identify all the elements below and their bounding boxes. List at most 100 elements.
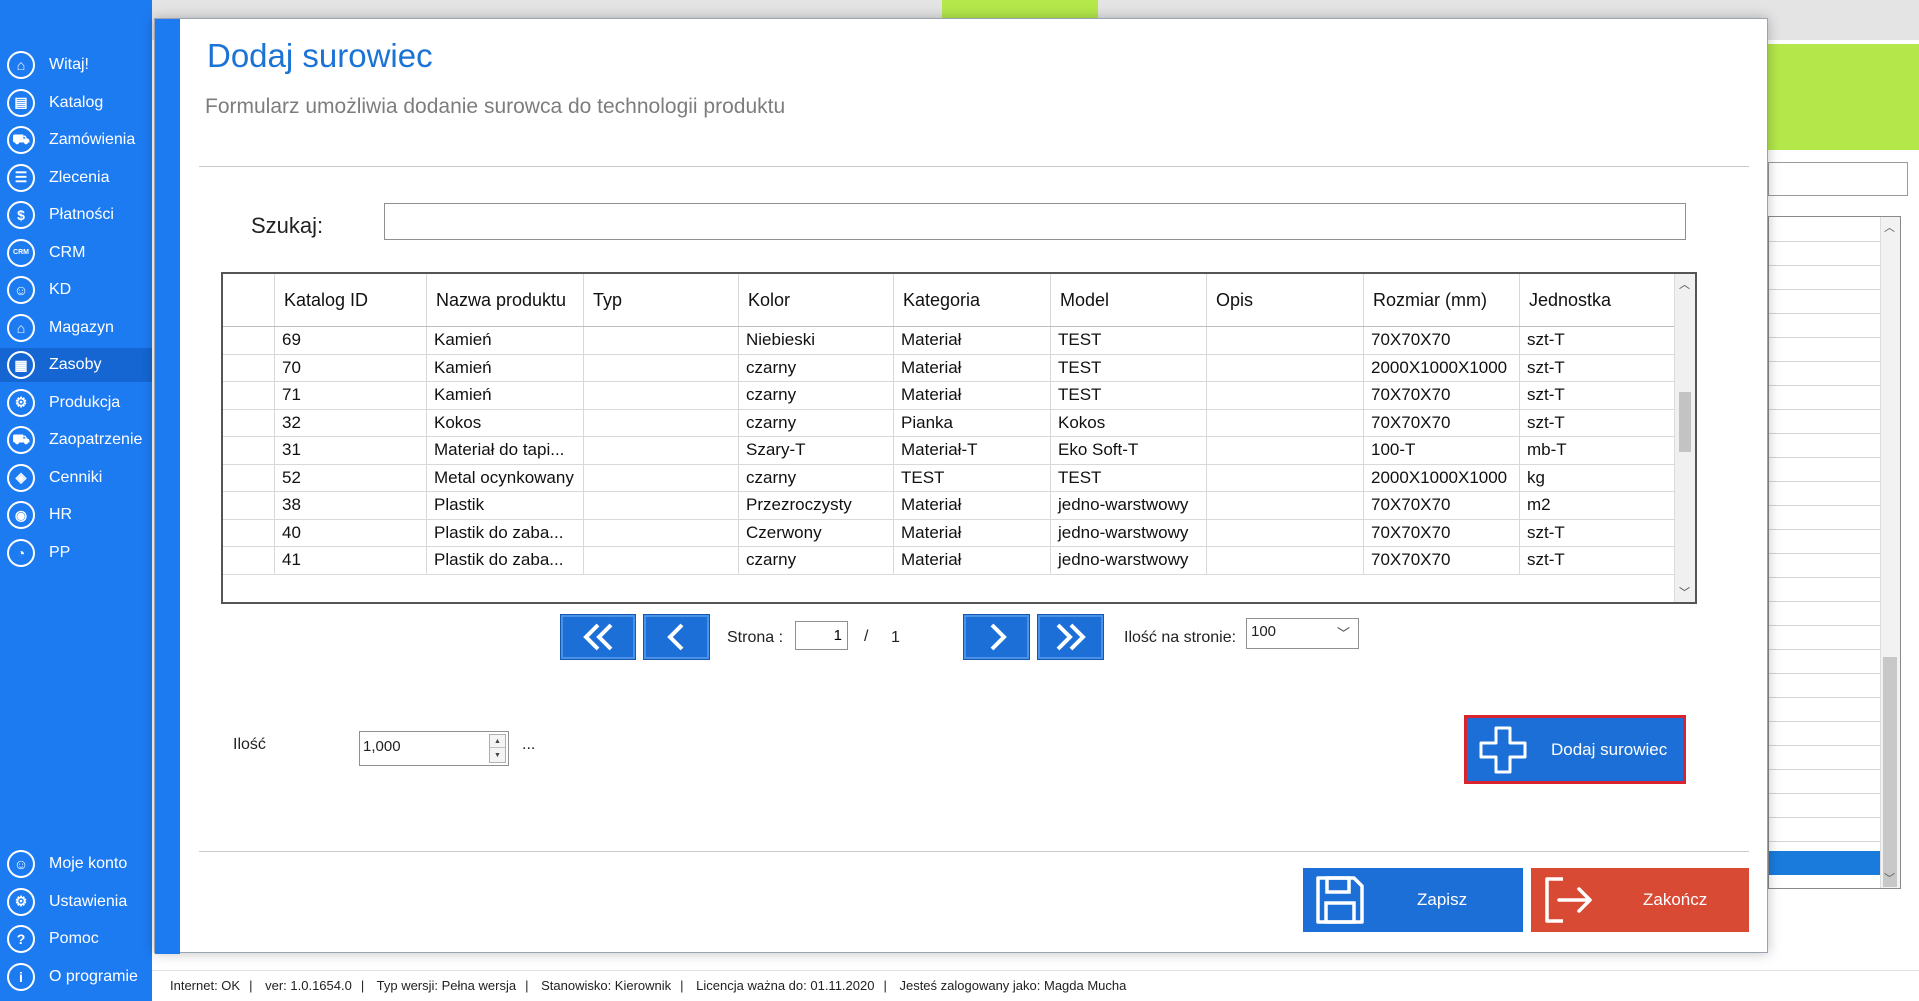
sidebar-item-pomoc[interactable]: ? Pomoc: [0, 922, 152, 956]
table-cell: [1207, 382, 1364, 409]
table-cell: czarny: [739, 464, 894, 491]
close-button[interactable]: Zakończ: [1531, 868, 1749, 932]
table-cell: [1207, 464, 1364, 491]
column-header[interactable]: Rozmiar (mm): [1364, 274, 1520, 326]
table-cell: [584, 409, 739, 436]
table-cell: 70X70X70: [1364, 492, 1520, 519]
table-cell: 71: [275, 382, 427, 409]
table-row[interactable]: 52 Metal ocynkowany czarny TEST TEST 2000X100…: [223, 464, 1676, 492]
table-cell: czarny: [739, 382, 894, 409]
search-label: Szukaj:: [251, 213, 324, 238]
quantity-more-button[interactable]: ...: [522, 736, 535, 754]
table-cell: TEST: [1051, 382, 1207, 409]
sidebar-item-zaopatrzenie[interactable]: ⛟ Zaopatrzenie: [0, 423, 152, 457]
table-row[interactable]: 71 Kamień czarny Materiał TEST 70X70X70 szt-T: [223, 382, 1676, 410]
sidebar-item-magazyn[interactable]: ⌂ Magazyn: [0, 311, 152, 345]
column-header[interactable]: Nazwa produktu: [427, 274, 584, 326]
quantity-stepper[interactable]: 1,000 ▲ ▼: [359, 731, 509, 766]
save-icon: [1313, 873, 1367, 927]
table-row[interactable]: 70 Kamień czarny Materiał TEST 2000X1000X1000…: [223, 354, 1676, 382]
sidebar-item-pp[interactable]: ◔ PP: [0, 536, 152, 570]
column-header[interactable]: Opis: [1207, 274, 1364, 326]
table-row[interactable]: 31 Materiał do tapi... Szary-T Materiał-T Ek…: [223, 437, 1676, 465]
sidebar-item-crm[interactable]: CRM CRM: [0, 236, 152, 270]
table-cell: [1207, 409, 1364, 436]
column-header[interactable]: Model: [1051, 274, 1207, 326]
add-material-dialog: Dodaj surowiec Formularz umożliwia dodan…: [154, 18, 1768, 954]
column-header[interactable]: Katalog ID: [275, 274, 427, 326]
sidebar-item-produkcja[interactable]: ⚙ Produkcja: [0, 386, 152, 420]
status-user: Jesteś zalogowany jako: Magda Mucha: [899, 978, 1127, 993]
sidebar-item-label: PP: [49, 543, 71, 561]
table-scrollbar[interactable]: ︿ ﹀: [1674, 274, 1695, 602]
save-button[interactable]: Zapisz: [1303, 868, 1523, 932]
background-grid-line: [1769, 457, 1882, 458]
add-material-button[interactable]: Dodaj surowiec: [1464, 715, 1686, 784]
table-scroll-thumb[interactable]: [1679, 392, 1691, 452]
table-cell: Materiał: [894, 492, 1051, 519]
scroll-up-icon[interactable]: ︿: [1679, 276, 1690, 292]
table-cell: 40: [275, 519, 427, 546]
sidebar-item-hr[interactable]: ◉ HR: [0, 498, 152, 532]
sidebar-item-katalog[interactable]: ▤ Katalog: [0, 86, 152, 120]
sidebar-item-o-programie[interactable]: i O programie: [0, 960, 152, 994]
table-cell: [223, 327, 275, 354]
sidebar-item-label: Witaj!: [49, 56, 89, 73]
background-grid-line: [1769, 409, 1882, 410]
column-header[interactable]: Kolor: [739, 274, 894, 326]
table-cell: 70X70X70: [1364, 327, 1520, 354]
background-grid-line: [1769, 505, 1882, 506]
page-total: 1: [891, 629, 900, 646]
background-grid-line: [1769, 625, 1882, 626]
table-cell: Materiał: [894, 519, 1051, 546]
spin-down-icon[interactable]: ▼: [490, 749, 505, 762]
table-row[interactable]: 40 Plastik do zaba... Czerwony Materiał jedn…: [223, 519, 1676, 547]
sidebar-item-moje-konto[interactable]: ☺ Moje konto: [0, 847, 152, 881]
table-cell: 70: [275, 354, 427, 381]
search-input[interactable]: [384, 203, 1686, 240]
background-grid-line: [1769, 649, 1882, 650]
column-header[interactable]: Kategoria: [894, 274, 1051, 326]
home-icon: ⌂: [7, 51, 35, 79]
dialog-accent-strip: [155, 19, 180, 954]
sidebar-item-label: Magazyn: [49, 318, 114, 336]
exit-icon: [1541, 873, 1595, 927]
column-header[interactable]: [223, 274, 275, 326]
per-page-select[interactable]: 100 ﹀: [1246, 618, 1359, 649]
close-label: Zakończ: [1643, 890, 1708, 909]
sidebar-item-ustawienia[interactable]: ⚙ Ustawienia: [0, 885, 152, 919]
column-header[interactable]: Jednostka: [1520, 274, 1676, 326]
first-page-button[interactable]: [560, 614, 636, 660]
sidebar-item-label: Płatności: [49, 206, 114, 223]
quantity-spinner[interactable]: ▲ ▼: [489, 734, 506, 763]
background-grid-line: [1769, 673, 1882, 674]
sidebar-item-zamówienia[interactable]: ⛟ Zamówienia: [0, 123, 152, 157]
column-header[interactable]: Typ: [584, 274, 739, 326]
table-row[interactable]: 41 Plastik do zaba... czarny Materiał jedno-…: [223, 547, 1676, 575]
table-cell: [223, 382, 275, 409]
plus-icon: [1477, 724, 1529, 776]
sidebar-item-zasoby[interactable]: ▦ Zasoby: [0, 348, 152, 382]
next-page-button[interactable]: [963, 614, 1030, 660]
table-row[interactable]: 69 Kamień Niebieski Materiał TEST 70X70X70 szt…: [223, 327, 1676, 355]
sidebar-item-kd[interactable]: ☺ KD: [0, 273, 152, 307]
last-page-button[interactable]: [1037, 614, 1104, 660]
spin-up-icon[interactable]: ▲: [490, 735, 505, 748]
background-grid-line: [1769, 721, 1882, 722]
prev-page-button[interactable]: [643, 614, 710, 660]
divider: [199, 851, 1749, 852]
sidebar-item-cenniki[interactable]: ◈ Cenniki: [0, 461, 152, 495]
page-number-input[interactable]: [795, 621, 848, 650]
sidebar-item-witaj[interactable]: ⌂ Witaj!: [0, 48, 152, 82]
table-cell: [223, 464, 275, 491]
sidebar-item-zlecenia[interactable]: ☰ Zlecenia: [0, 161, 152, 195]
scroll-down-icon[interactable]: ﹀: [1679, 584, 1690, 600]
dialog-subtitle: Formularz umożliwia dodanie surowca do t…: [205, 95, 786, 118]
sidebar-item-płatności[interactable]: $ Płatności: [0, 198, 152, 232]
table-cell: 69: [275, 327, 427, 354]
table-cell: Plastik: [427, 492, 584, 519]
table-row[interactable]: 38 Plastik Przezroczysty Materiał jedno-wars…: [223, 492, 1676, 520]
table-cell: [584, 382, 739, 409]
table-cell: Kokos: [1051, 409, 1207, 436]
table-row[interactable]: 32 Kokos czarny Pianka Kokos 70X70X70 szt-T: [223, 409, 1676, 437]
